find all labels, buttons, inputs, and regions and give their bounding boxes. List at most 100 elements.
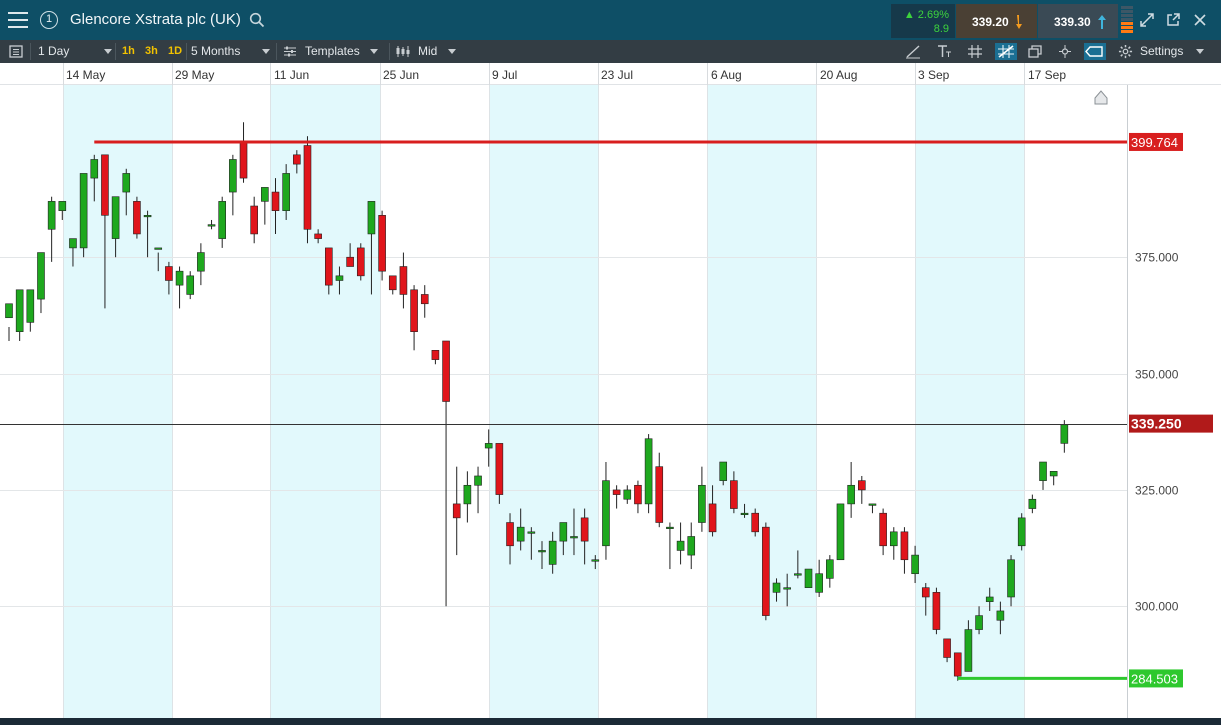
layers-tool-icon[interactable] [1026, 43, 1044, 60]
candle [474, 466, 482, 514]
candle-body-up [282, 173, 290, 211]
candle [1017, 513, 1026, 551]
cursor-tool-icon[interactable] [1056, 43, 1074, 60]
candle-body-down [953, 652, 962, 677]
candle [847, 462, 855, 518]
candle-body-down [101, 154, 109, 216]
candle-body-down [239, 140, 248, 179]
candle-body-up [964, 629, 973, 672]
timeframe-1h[interactable]: 1h [122, 40, 135, 63]
scroll-to-latest-icon[interactable] [1094, 90, 1108, 105]
sell-price: 339.20 [972, 15, 1009, 29]
candlestick-chart[interactable]: 375.000 350.000 325.000 300.000 399.764 284.5… [0, 85, 1221, 725]
date-label: 20 Aug [820, 68, 858, 82]
candle-body-down [165, 266, 173, 281]
candle-body-up [815, 573, 823, 593]
candle [857, 475, 866, 504]
candle [410, 285, 418, 351]
chevron-down-icon [448, 49, 456, 54]
panel-toggle-icon[interactable] [7, 43, 25, 60]
candle-body-up [218, 201, 226, 239]
candle-body-up [602, 480, 610, 547]
candle [804, 568, 813, 588]
candle [666, 522, 674, 570]
candle [1039, 461, 1047, 490]
candle [388, 275, 397, 295]
candle-body-up [1028, 498, 1037, 509]
candle-body-up [47, 201, 56, 230]
candle [879, 508, 887, 556]
candle-body-down [410, 289, 418, 332]
candle-body-up [548, 540, 557, 565]
candle-body-up [186, 275, 195, 295]
range-dropdown[interactable]: 5 Months [191, 40, 273, 63]
candle [1028, 494, 1037, 514]
candle-body-up [122, 173, 131, 193]
candle-body-up [559, 522, 568, 542]
candle-body-down [324, 247, 333, 286]
interval-value: 1 Day [38, 44, 70, 58]
popout-icon[interactable] [1165, 12, 1181, 28]
window-bottom-edge [0, 718, 1221, 725]
candle-body-up [826, 559, 834, 579]
sell-button[interactable]: 339.20 [956, 4, 1037, 38]
candle-body-up [1049, 471, 1058, 477]
depth-level-icon [1121, 6, 1133, 36]
candle-body-down [634, 484, 642, 505]
candle-body-down [730, 480, 738, 509]
grid-tool-icon[interactable] [966, 43, 984, 60]
candle-body-down [612, 489, 621, 495]
timeframe-3h[interactable]: 3h [145, 40, 158, 63]
interval-dropdown[interactable]: 1 Day [38, 40, 114, 63]
price-label-tool-icon[interactable] [1084, 43, 1106, 60]
templates-dropdown[interactable]: Templates [283, 40, 383, 63]
low-price-tag-text: 284.503 [1131, 671, 1178, 686]
candle-body-up [1039, 461, 1047, 481]
candle [303, 136, 312, 244]
hamburger-menu-icon[interactable] [8, 12, 28, 28]
candle-body-down [399, 266, 408, 295]
candle-body-up [527, 531, 536, 534]
candle-body-up [261, 187, 269, 202]
last-price-tag: 339.250 [1129, 414, 1213, 433]
candle-body-up [516, 526, 525, 542]
candle-body-down [378, 215, 386, 272]
candle-body-up [69, 238, 77, 249]
chevron-down-icon [1196, 49, 1204, 54]
gear-icon [1118, 44, 1133, 59]
candle-body-up [975, 615, 983, 630]
candle [356, 243, 365, 281]
timeframe-1d[interactable]: 1D [168, 40, 182, 63]
candle-body-down [943, 638, 951, 658]
candle-body-down [388, 275, 397, 291]
window-number-badge[interactable]: 1 [40, 11, 58, 29]
instrument-title[interactable]: Glencore Xstrata plc (UK) [70, 11, 241, 28]
candle-body-down [250, 205, 258, 235]
crosshair-tool-icon[interactable] [995, 43, 1017, 60]
candle [676, 522, 685, 565]
candle-body-up [794, 573, 802, 576]
buy-button[interactable]: 339.30 [1038, 4, 1118, 38]
chart-window: 1 Glencore Xstrata plc (UK) ▲ 2.69% 8.9 … [0, 0, 1221, 725]
candle-body-down [442, 340, 450, 402]
candle [229, 154, 237, 216]
candle [836, 503, 845, 561]
close-icon[interactable] [1192, 12, 1208, 28]
candle-body-up [15, 289, 24, 332]
week-band [63, 85, 172, 718]
trend-line-tool-icon[interactable] [904, 43, 922, 60]
chevron-down-icon [262, 49, 270, 54]
search-icon[interactable] [249, 12, 265, 28]
candle-body-down [900, 531, 909, 561]
candle-body-down [921, 587, 930, 598]
candle-body-up [335, 275, 344, 281]
text-tool-icon[interactable] [935, 43, 953, 60]
settings-dropdown[interactable]: Settings [1118, 40, 1214, 63]
date-axis: 14 May 29 May 11 Jun 25 Jun 9 Jul 23 Jul… [0, 63, 1221, 85]
candle [1049, 471, 1058, 486]
candle [868, 503, 877, 514]
price-tick-label: 350.000 [1135, 368, 1179, 382]
price-type-dropdown[interactable]: Mid [395, 40, 463, 63]
candle-body-down [580, 517, 589, 542]
expand-icon[interactable] [1139, 12, 1155, 28]
